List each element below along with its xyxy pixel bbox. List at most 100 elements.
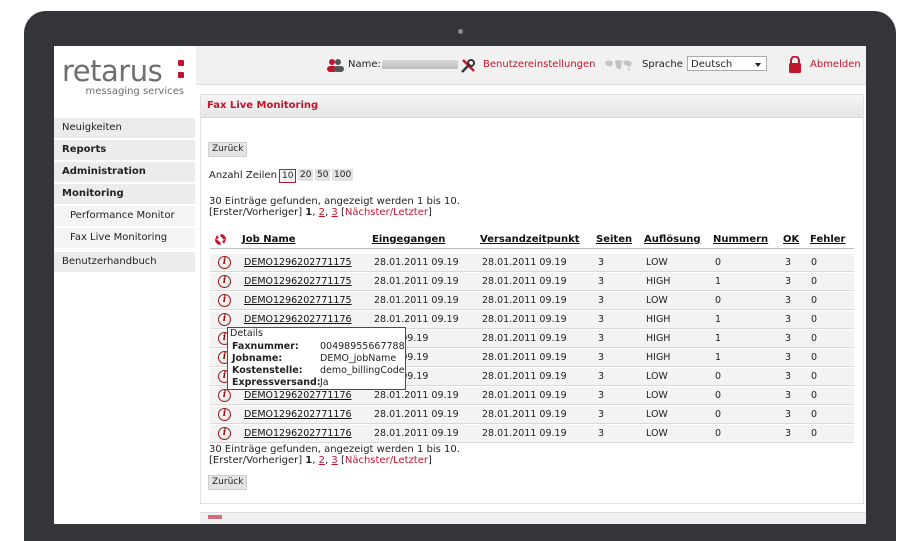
sidebar-item-benutzerhandbuch[interactable]: Benutzerhandbuch [54,252,195,274]
cell-ok: 3 [785,314,792,325]
sidebar-item-reports[interactable]: Reports [54,140,195,162]
cell-versandzeitpunkt: 28.01.2011 09.19 [482,352,567,363]
cell-fehler: 0 [811,409,818,420]
page-title: Fax Live Monitoring [207,100,319,111]
pager-next-last-bottom[interactable]: Nächster/Letzter [345,455,428,466]
info-icon[interactable]: i [218,256,231,269]
settings-link[interactable]: Benutzereinstellungen [483,58,596,72]
lock-icon[interactable] [788,55,802,73]
info-icon[interactable]: i [218,275,231,288]
camera-dot [458,29,463,34]
sidebar-item-administration[interactable]: Administration [54,162,195,184]
pager-first-prev: [Erster/Vorheriger] [209,207,303,218]
col-header-versandzeitpunkt[interactable]: Versandzeitpunkt [480,234,580,245]
cell-nummern: 0 [715,390,722,401]
cell-ok: 3 [785,371,792,382]
sidebar-item-fax-live-monitoring[interactable]: Fax Live Monitoring [54,228,195,250]
cell-seiten: 3 [598,371,605,382]
info-icon[interactable]: i [218,294,231,307]
cell-ok: 3 [785,333,792,344]
language-select[interactable]: Deutsch [687,56,767,71]
cell-nummern: 0 [715,428,722,439]
cell-versandzeitpunkt: 28.01.2011 09.19 [482,276,567,287]
col-header-ok[interactable]: OK [783,234,799,245]
table-header: Job Name Eingegangen Versandzeitpunkt Se… [210,232,854,249]
info-icon[interactable]: i [218,408,231,421]
app-screen: retarus messaging services Neuigkeiten R… [54,46,866,524]
col-header-job-name[interactable]: Job Name [242,234,296,245]
cell-aufloesung: HIGH [646,352,671,363]
cell-fehler: 0 [811,390,818,401]
cell-fehler: 0 [811,257,818,268]
tooltip-title: Details [230,328,263,339]
cell-versandzeitpunkt: 28.01.2011 09.19 [482,371,567,382]
sidebar-item-neuigkeiten[interactable]: Neuigkeiten [54,118,195,140]
cell-versandzeitpunkt: 28.01.2011 09.19 [482,257,567,268]
cell-aufloesung: HIGH [646,333,671,344]
cell-nummern: 1 [715,333,722,344]
cell-ok: 3 [785,390,792,401]
cell-seiten: 3 [598,333,605,344]
cell-nummern: 0 [715,371,722,382]
pager-page-3-bottom[interactable]: 3 [331,455,337,466]
cell-aufloesung: LOW [646,295,668,306]
back-button-bottom[interactable]: Zurück [208,475,248,490]
cell-aufloesung: HIGH [646,276,671,287]
col-header-seiten[interactable]: Seiten [596,234,632,245]
sidebar-item-monitoring[interactable]: Monitoring [54,184,195,206]
retarus-swirl-icon [214,233,227,249]
cell-fehler: 0 [811,276,818,287]
pager-next-last[interactable]: Nächster/Letzter [345,207,428,218]
cell-eingegangen: 28.01.2011 09.19 [374,295,459,306]
cell-job-name[interactable]: DEMO1296202771176 [244,314,352,325]
rows-option-50[interactable]: 50 [315,169,331,181]
info-icon[interactable]: i [218,313,231,326]
pager-page-3[interactable]: 3 [331,207,337,218]
users-icon [326,58,344,72]
cell-job-name[interactable]: DEMO1296202771175 [244,295,352,306]
cell-job-name[interactable]: DEMO1296202771176 [244,428,352,439]
name-label: Name: [348,59,381,70]
info-icon[interactable]: i [218,427,231,440]
cell-job-name[interactable]: DEMO1296202771176 [244,409,352,420]
cell-eingegangen: 28.01.2011 09.19 [374,314,459,325]
sidebar-item-performance-monitor[interactable]: Performance Monitor [54,206,195,228]
cell-seiten: 3 [598,314,605,325]
cell-versandzeitpunkt: 28.01.2011 09.19 [482,314,567,325]
chevron-down-icon [755,63,761,67]
world-map-icon [603,58,633,72]
top-bar: Name: Benutzereinstellungen Sprache Deut… [196,46,866,85]
col-header-nummern[interactable]: Nummern [713,234,768,245]
cell-aufloesung: LOW [646,409,668,420]
cell-job-name[interactable]: DEMO1296202771176 [244,390,352,401]
cell-nummern: 0 [715,409,722,420]
sidebar-nav: Neuigkeiten Reports Administration Monit… [54,118,195,274]
pagination-top: [Erster/Vorheriger] 1, 2, 3 [Nächster/Le… [209,207,432,218]
table-row: i DEMO1296202771176 28.01.2011 09.19 28.01.… [210,425,854,443]
cell-job-name[interactable]: DEMO1296202771175 [244,257,352,268]
cell-versandzeitpunkt: 28.01.2011 09.19 [482,409,567,420]
back-button-top[interactable]: Zurück [208,142,248,157]
cell-seiten: 3 [598,276,605,287]
col-header-fehler[interactable]: Fehler [810,234,845,245]
col-header-aufloesung[interactable]: Auflösung [644,234,701,245]
table-row: i DEMO1296202771176 28.01.2011 09.19 28.01.… [210,406,854,424]
cell-seiten: 3 [598,390,605,401]
col-header-eingegangen[interactable]: Eingegangen [372,234,445,245]
cell-seiten: 3 [598,257,605,268]
cell-job-name[interactable]: DEMO1296202771175 [244,276,352,287]
logout-link[interactable]: Abmelden [810,58,861,72]
info-icon[interactable]: i [218,389,231,402]
table-row: i DEMO1296202771175 28.01.2011 09.19 28.01.… [210,273,854,291]
cell-fehler: 0 [811,333,818,344]
cell-seiten: 3 [598,409,605,420]
rows-option-10[interactable]: 10 [279,169,297,183]
rows-per-page-label: Anzahl Zeilen [209,170,277,181]
tools-icon[interactable] [460,58,476,73]
cell-fehler: 0 [811,428,818,439]
retarus-logo: retarus messaging services [62,54,194,104]
rows-option-100[interactable]: 100 [332,169,354,181]
cell-seiten: 3 [598,295,605,306]
cell-nummern: 0 [715,257,722,268]
rows-option-20[interactable]: 20 [298,169,314,181]
